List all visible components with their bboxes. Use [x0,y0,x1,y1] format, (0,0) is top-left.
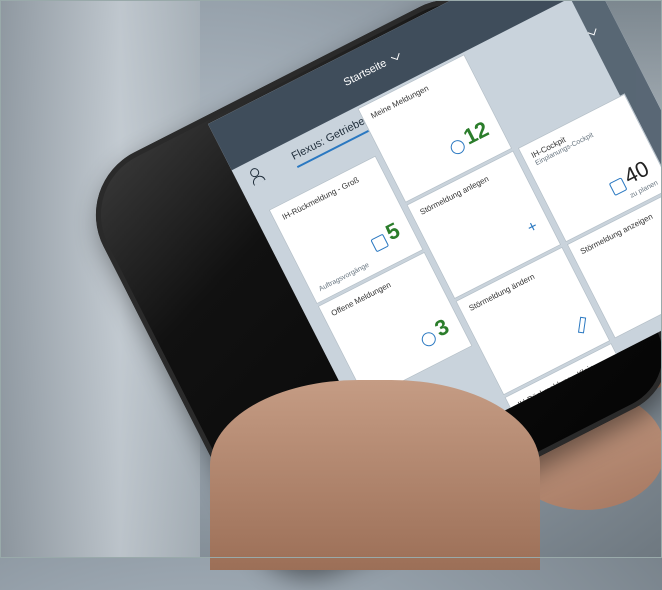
pen-icon [577,316,587,334]
calendar-icon [608,177,628,197]
chevron-down-icon [390,51,400,61]
left-hand [210,380,540,570]
tile-title: IH-Cockpit [529,135,568,160]
user-icon[interactable] [246,166,267,188]
plus-icon: + [524,217,541,237]
home-label: Startseite [341,57,389,89]
kpi: 5 [366,217,404,253]
home-menu[interactable]: Startseite [342,51,400,89]
tile-title: IH-Rückmeldung - Groß [280,175,361,222]
kpi: 3 [416,314,453,349]
list-icon [419,329,438,349]
people-icon [447,137,467,157]
house-icon [370,233,389,253]
kpi: 12 [444,116,493,157]
kpi-value: 12 [459,116,493,150]
